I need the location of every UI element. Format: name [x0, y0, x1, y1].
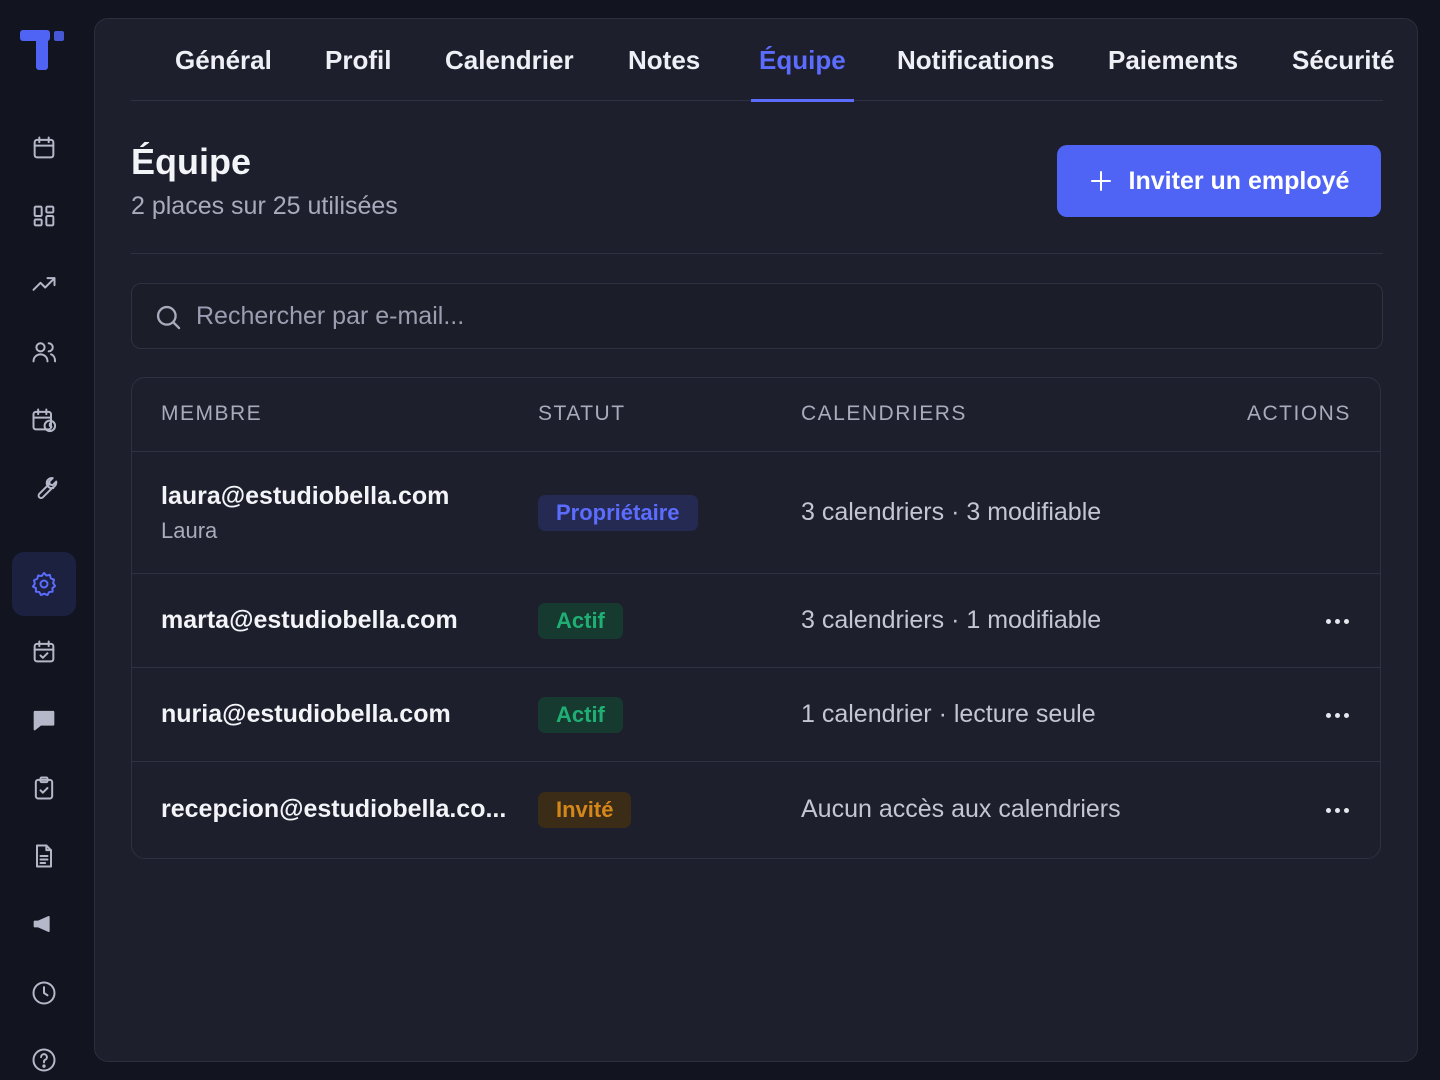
divider — [131, 253, 1383, 254]
settings-tabs: Général Profil Calendrier Notes Équipe N… — [131, 19, 1395, 102]
status-badge: Actif — [538, 697, 623, 733]
calendar-access: 3 calendriers · 1 modifiable — [801, 606, 1102, 634]
search-input[interactable] — [196, 284, 1356, 348]
tab-notifications[interactable]: Notifications — [889, 19, 1062, 101]
sidebar-item-calendar[interactable] — [12, 116, 76, 180]
document-icon — [36, 844, 52, 868]
status-badge: Propriétaire — [538, 495, 698, 531]
more-actions-icon[interactable] — [1318, 700, 1356, 730]
status-badge: Actif — [538, 603, 623, 639]
column-header-status: STATUT — [538, 402, 626, 425]
column-header-calendars: CALENDRIERS — [801, 402, 967, 425]
sidebar-item-document[interactable] — [12, 824, 76, 888]
calendar-icon — [33, 136, 55, 159]
wrench-icon — [37, 477, 58, 499]
page-title: Équipe — [131, 141, 252, 182]
team-table: MEMBRE STATUT CALENDRIERS ACTIONS laura@… — [131, 377, 1381, 859]
search-icon — [156, 305, 181, 330]
dashboard-icon — [33, 205, 55, 227]
table-row: nuria@estudiobella.com Actif 1 calendrier … — [132, 668, 1380, 762]
sidebar-item-calendar-check[interactable] — [12, 620, 76, 684]
column-header-member: MEMBRE — [161, 402, 263, 425]
plus-icon — [1089, 169, 1113, 193]
sidebar-item-wrench[interactable] — [12, 456, 76, 520]
more-actions-icon[interactable] — [1318, 606, 1356, 636]
calendar-access: Aucun accès aux calendriers — [801, 795, 1121, 823]
sidebar — [0, 0, 86, 1080]
megaphone-icon — [33, 916, 50, 932]
member-email: laura@estudiobella.com — [161, 482, 450, 510]
sidebar-item-chat[interactable] — [12, 688, 76, 752]
calendar-access: 1 calendrier · lecture seule — [801, 700, 1096, 728]
sidebar-item-settings[interactable] — [12, 552, 76, 616]
tab-notes[interactable]: Notes — [620, 19, 708, 101]
calendar-check-icon — [33, 640, 55, 663]
sidebar-item-clock[interactable] — [12, 961, 76, 1025]
app-logo[interactable] — [20, 30, 66, 72]
column-header-actions: ACTIONS — [1247, 402, 1351, 425]
users-icon — [32, 342, 57, 363]
tab-paiements[interactable]: Paiements — [1100, 19, 1246, 101]
table-header: MEMBRE STATUT CALENDRIERS ACTIONS — [132, 378, 1380, 452]
member-name: Laura — [161, 518, 218, 543]
sidebar-item-clipboard-check[interactable] — [12, 756, 76, 820]
tab-calendrier[interactable]: Calendrier — [437, 19, 582, 101]
member-email: recepcion@estudiobella.co... — [161, 795, 507, 823]
table-row: recepcion@estudiobella.co... Invité Aucun … — [132, 762, 1380, 858]
invite-employee-button[interactable]: Inviter un employé — [1057, 145, 1381, 217]
tab-profil[interactable]: Profil — [317, 19, 399, 101]
sidebar-item-users[interactable] — [12, 320, 76, 384]
tab-general[interactable]: Général — [167, 19, 280, 101]
clock-icon — [32, 981, 56, 1005]
table-row: laura@estudiobella.com Laura Propriétaire 3… — [132, 452, 1380, 574]
trending-up-icon — [32, 277, 56, 291]
tab-equipe[interactable]: Équipe — [751, 19, 854, 102]
calendar-clock-icon — [32, 408, 57, 433]
clipboard-check-icon — [34, 776, 54, 800]
tab-securite[interactable]: Sécurité — [1284, 19, 1403, 101]
more-actions-icon[interactable] — [1318, 795, 1356, 825]
settings-icon — [31, 571, 57, 597]
sidebar-item-trending-up[interactable] — [12, 252, 76, 316]
help-icon — [32, 1048, 56, 1072]
search-field — [131, 283, 1383, 349]
sidebar-item-dashboard[interactable] — [12, 184, 76, 248]
sidebar-item-help[interactable] — [12, 1028, 76, 1080]
settings-panel: Général Profil Calendrier Notes Équipe N… — [94, 18, 1418, 1062]
status-badge: Invité — [538, 792, 632, 828]
member-email: nuria@estudiobella.com — [161, 700, 451, 728]
invite-employee-label: Inviter un employé — [1128, 166, 1350, 195]
sidebar-item-megaphone[interactable] — [12, 892, 76, 956]
member-email: marta@estudiobella.com — [161, 606, 458, 634]
calendar-access: 3 calendriers · 3 modifiable — [801, 498, 1102, 526]
table-row: marta@estudiobella.com Actif 3 calendriers… — [132, 574, 1380, 668]
chat-icon — [33, 710, 55, 731]
seats-usage: 2 places sur 25 utilisées — [131, 192, 398, 220]
sidebar-item-calendar-clock[interactable] — [12, 388, 76, 452]
